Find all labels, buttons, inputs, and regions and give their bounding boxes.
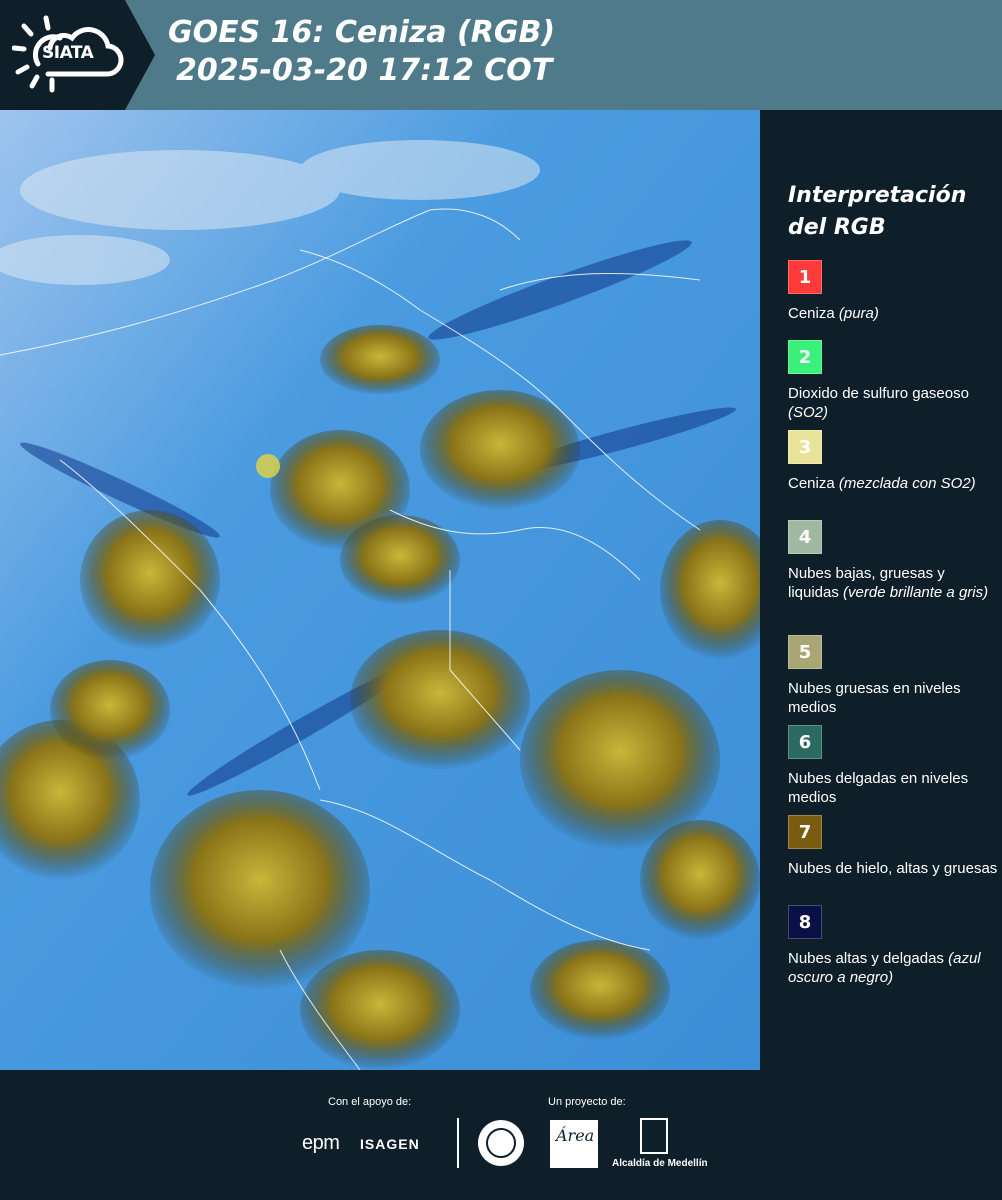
university-seal-icon	[478, 1120, 524, 1166]
area-logo-text: Área	[556, 1126, 595, 1145]
legend-swatch: 4	[788, 520, 822, 554]
legend-swatch: 6	[788, 725, 822, 759]
legend-item-text: Nubes altas y delgadas (azul oscuro a ne…	[788, 949, 998, 987]
legend-item: 5 Nubes gruesas en niveles medios	[788, 635, 998, 717]
legend-swatch: 7	[788, 815, 822, 849]
legend-item: 6 Nubes delgadas en niveles medios	[788, 725, 998, 807]
legend-swatch: 2	[788, 340, 822, 374]
title-timestamp: 2025-03-20 17:12 COT	[176, 53, 553, 88]
legend-item-text: Nubes bajas, gruesas y liquidas (verde b…	[788, 564, 998, 602]
legend-item-label: Nubes gruesas en niveles medios	[788, 680, 961, 716]
support-label: Con el apoyo de:	[328, 1096, 412, 1108]
satellite-image-canvas	[0, 110, 760, 1070]
footer: Con el apoyo de: Un proyecto de: epm ISA…	[0, 1070, 1002, 1200]
legend-item-label: Nubes altas y delgadas	[788, 950, 944, 967]
legend-item-text: Dioxido de sulfuro gaseoso (SO2)	[788, 384, 998, 422]
legend-item-text: Nubes delgadas en niveles medios	[788, 769, 998, 807]
legend-swatch: 3	[788, 430, 822, 464]
header: SIATA GOES 16: Ceniza (RGB) 2025-03-20 1…	[0, 0, 1002, 110]
legend-item: 7 Nubes de hielo, altas y gruesas	[788, 815, 998, 878]
legend-item-text: Ceniza (mezclada con SO2)	[788, 474, 998, 493]
legend-item: 2 Dioxido de sulfuro gaseoso (SO2)	[788, 340, 998, 422]
legend-item-label: Ceniza	[788, 475, 835, 492]
legend-item-note: (SO2)	[788, 404, 829, 421]
isagen-logo: ISAGEN	[360, 1136, 420, 1152]
legend-item: 3 Ceniza (mezclada con SO2)	[788, 430, 998, 493]
logo-block: SIATA	[0, 0, 155, 110]
alcaldia-shield-icon	[640, 1118, 668, 1154]
legend-item-text: Nubes gruesas en niveles medios	[788, 679, 998, 717]
legend-item-note: (verde brillante a gris)	[843, 584, 989, 601]
legend-title: Interpretación del RGB	[788, 183, 967, 240]
title-product: GOES 16: Ceniza (RGB)	[168, 15, 556, 50]
siata-logo-text: SIATA	[42, 43, 94, 63]
legend-item-note: (mezclada con SO2)	[838, 475, 976, 492]
legend-panel: Interpretación del RGB 1 Ceniza (pura) 2 Di…	[762, 110, 1002, 1070]
legend-item-note: (pura)	[838, 305, 879, 322]
legend-item: 4 Nubes bajas, gruesas y liquidas (verde …	[788, 520, 998, 602]
satellite-image[interactable]	[0, 110, 760, 1070]
legend-swatch: 8	[788, 905, 822, 939]
footer-divider	[457, 1118, 459, 1168]
legend-item-label: Nubes de hielo, altas y gruesas	[788, 860, 998, 877]
legend-swatch: 1	[788, 260, 822, 294]
legend-swatch: 5	[788, 635, 822, 669]
legend-item-text: Ceniza (pura)	[788, 304, 998, 323]
legend-item-label: Ceniza	[788, 305, 835, 322]
project-label: Un proyecto de:	[548, 1096, 626, 1108]
legend-item-label: Dioxido de sulfuro gaseoso	[788, 385, 969, 402]
legend-item: 8 Nubes altas y delgadas (azul oscuro a n…	[788, 905, 998, 987]
epm-logo: epm	[302, 1132, 340, 1154]
legend-item: 1 Ceniza (pura)	[788, 260, 998, 323]
page-title: GOES 16: Ceniza (RGB) 2025-03-20 17:12 C…	[168, 14, 555, 90]
legend-item-label: Nubes delgadas en niveles medios	[788, 770, 969, 806]
legend-item-text: Nubes de hielo, altas y gruesas	[788, 859, 998, 878]
alcaldia-logo-text: Alcaldía de Medellín	[612, 1158, 708, 1169]
